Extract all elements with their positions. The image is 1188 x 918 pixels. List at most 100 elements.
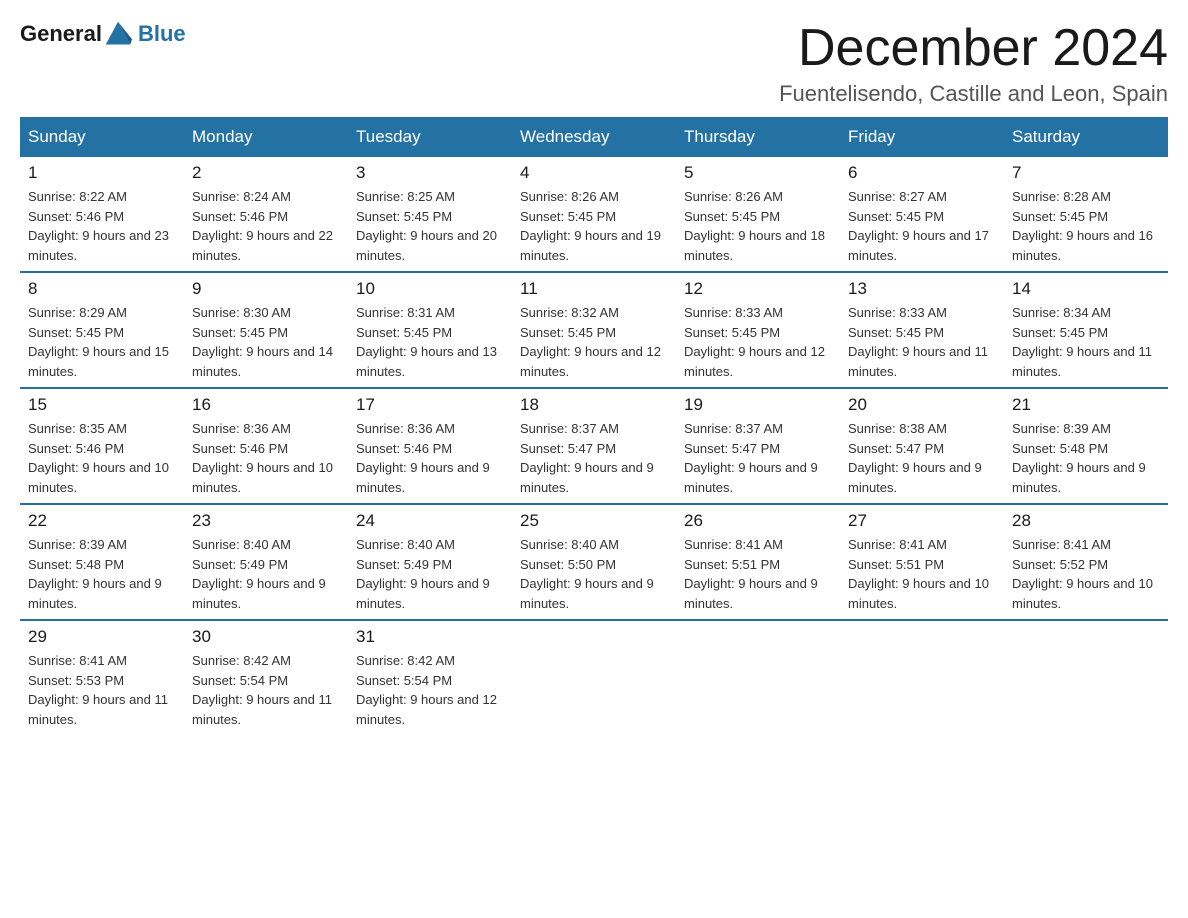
logo: GeneralBlue	[20, 20, 186, 48]
calendar-cell: 19 Sunrise: 8:37 AMSunset: 5:47 PMDayligh…	[676, 388, 840, 504]
calendar-header-row: SundayMondayTuesdayWednesdayThursdayFrid…	[20, 117, 1168, 157]
location-subtitle: Fuentelisendo, Castille and Leon, Spain	[779, 81, 1168, 107]
day-info: Sunrise: 8:30 AMSunset: 5:45 PMDaylight:…	[192, 303, 340, 381]
day-info: Sunrise: 8:39 AMSunset: 5:48 PMDaylight:…	[28, 535, 176, 613]
calendar-cell: 29 Sunrise: 8:41 AMSunset: 5:53 PMDayligh…	[20, 620, 184, 735]
day-number: 18	[520, 395, 668, 415]
title-section: December 2024 Fuentelisendo, Castille an…	[779, 20, 1168, 107]
week-row-1: 1Sunrise: 8:22 AMSunset: 5:46 PMDaylight…	[20, 157, 1168, 272]
column-header-monday: Monday	[184, 117, 348, 157]
day-number: 31	[356, 627, 504, 647]
calendar-cell: 30Sunrise: 8:42 AMSunset: 5:54 PMDayligh…	[184, 620, 348, 735]
month-title: December 2024	[779, 20, 1168, 77]
column-header-wednesday: Wednesday	[512, 117, 676, 157]
day-info: Sunrise: 8:41 AMSunset: 5:51 PMDaylight:…	[684, 535, 832, 613]
calendar-cell: 6 Sunrise: 8:27 AMSunset: 5:45 PMDaylight…	[840, 157, 1004, 272]
day-number: 7	[1012, 163, 1160, 183]
day-info: Sunrise: 8:24 AMSunset: 5:46 PMDaylight:…	[192, 187, 340, 265]
calendar-cell	[1004, 620, 1168, 735]
day-number: 1	[28, 163, 176, 183]
day-info: Sunrise: 8:37 AMSunset: 5:47 PMDaylight:…	[684, 419, 832, 497]
column-header-friday: Friday	[840, 117, 1004, 157]
calendar-cell: 11 Sunrise: 8:32 AMSunset: 5:45 PMDayligh…	[512, 272, 676, 388]
day-info: Sunrise: 8:40 AMSunset: 5:49 PMDaylight:…	[192, 535, 340, 613]
calendar-cell: 28Sunrise: 8:41 AMSunset: 5:52 PMDayligh…	[1004, 504, 1168, 620]
calendar-cell: 26 Sunrise: 8:41 AMSunset: 5:51 PMDayligh…	[676, 504, 840, 620]
calendar-cell: 31 Sunrise: 8:42 AMSunset: 5:54 PMDayligh…	[348, 620, 512, 735]
day-number: 9	[192, 279, 340, 299]
day-info: Sunrise: 8:41 AMSunset: 5:52 PMDaylight:…	[1012, 535, 1160, 613]
day-info: Sunrise: 8:33 AMSunset: 5:45 PMDaylight:…	[848, 303, 996, 381]
day-number: 26	[684, 511, 832, 531]
day-info: Sunrise: 8:33 AMSunset: 5:45 PMDaylight:…	[684, 303, 832, 381]
week-row-4: 22 Sunrise: 8:39 AMSunset: 5:48 PMDayligh…	[20, 504, 1168, 620]
day-info: Sunrise: 8:32 AMSunset: 5:45 PMDaylight:…	[520, 303, 668, 381]
calendar-cell: 15 Sunrise: 8:35 AMSunset: 5:46 PMDayligh…	[20, 388, 184, 504]
week-row-3: 15 Sunrise: 8:35 AMSunset: 5:46 PMDayligh…	[20, 388, 1168, 504]
calendar-cell: 9 Sunrise: 8:30 AMSunset: 5:45 PMDaylight…	[184, 272, 348, 388]
day-info: Sunrise: 8:41 AMSunset: 5:53 PMDaylight:…	[28, 651, 176, 729]
calendar-cell: 24 Sunrise: 8:40 AMSunset: 5:49 PMDayligh…	[348, 504, 512, 620]
day-number: 19	[684, 395, 832, 415]
calendar-cell: 8 Sunrise: 8:29 AMSunset: 5:45 PMDaylight…	[20, 272, 184, 388]
calendar-cell	[840, 620, 1004, 735]
day-number: 13	[848, 279, 996, 299]
calendar-cell: 13 Sunrise: 8:33 AMSunset: 5:45 PMDayligh…	[840, 272, 1004, 388]
day-number: 24	[356, 511, 504, 531]
day-info: Sunrise: 8:42 AMSunset: 5:54 PMDaylight:…	[356, 651, 504, 729]
day-number: 15	[28, 395, 176, 415]
calendar-cell: 12Sunrise: 8:33 AMSunset: 5:45 PMDayligh…	[676, 272, 840, 388]
day-info: Sunrise: 8:26 AMSunset: 5:45 PMDaylight:…	[520, 187, 668, 265]
day-number: 3	[356, 163, 504, 183]
calendar-cell	[676, 620, 840, 735]
day-info: Sunrise: 8:40 AMSunset: 5:50 PMDaylight:…	[520, 535, 668, 613]
day-info: Sunrise: 8:39 AMSunset: 5:48 PMDaylight:…	[1012, 419, 1160, 497]
day-info: Sunrise: 8:40 AMSunset: 5:49 PMDaylight:…	[356, 535, 504, 613]
calendar-body: 1Sunrise: 8:22 AMSunset: 5:46 PMDaylight…	[20, 157, 1168, 735]
day-number: 23	[192, 511, 340, 531]
day-number: 10	[356, 279, 504, 299]
day-info: Sunrise: 8:28 AMSunset: 5:45 PMDaylight:…	[1012, 187, 1160, 265]
calendar-cell: 7 Sunrise: 8:28 AMSunset: 5:45 PMDaylight…	[1004, 157, 1168, 272]
day-number: 20	[848, 395, 996, 415]
calendar-cell: 4 Sunrise: 8:26 AMSunset: 5:45 PMDaylight…	[512, 157, 676, 272]
logo-blue-text: Blue	[138, 21, 186, 46]
column-header-tuesday: Tuesday	[348, 117, 512, 157]
calendar-cell: 1Sunrise: 8:22 AMSunset: 5:46 PMDaylight…	[20, 157, 184, 272]
calendar-cell: 18 Sunrise: 8:37 AMSunset: 5:47 PMDayligh…	[512, 388, 676, 504]
day-info: Sunrise: 8:34 AMSunset: 5:45 PMDaylight:…	[1012, 303, 1160, 381]
calendar-table: SundayMondayTuesdayWednesdayThursdayFrid…	[20, 117, 1168, 735]
calendar-cell: 5Sunrise: 8:26 AMSunset: 5:45 PMDaylight…	[676, 157, 840, 272]
day-number: 29	[28, 627, 176, 647]
day-number: 6	[848, 163, 996, 183]
day-info: Sunrise: 8:35 AMSunset: 5:46 PMDaylight:…	[28, 419, 176, 497]
column-header-sunday: Sunday	[20, 117, 184, 157]
day-number: 30	[192, 627, 340, 647]
day-number: 4	[520, 163, 668, 183]
day-number: 22	[28, 511, 176, 531]
calendar-cell: 20 Sunrise: 8:38 AMSunset: 5:47 PMDayligh…	[840, 388, 1004, 504]
calendar-cell	[512, 620, 676, 735]
calendar-cell: 3 Sunrise: 8:25 AMSunset: 5:45 PMDaylight…	[348, 157, 512, 272]
calendar-cell: 21 Sunrise: 8:39 AMSunset: 5:48 PMDayligh…	[1004, 388, 1168, 504]
calendar-cell: 10Sunrise: 8:31 AMSunset: 5:45 PMDayligh…	[348, 272, 512, 388]
week-row-2: 8 Sunrise: 8:29 AMSunset: 5:45 PMDaylight…	[20, 272, 1168, 388]
day-number: 14	[1012, 279, 1160, 299]
day-info: Sunrise: 8:38 AMSunset: 5:47 PMDaylight:…	[848, 419, 996, 497]
day-info: Sunrise: 8:25 AMSunset: 5:45 PMDaylight:…	[356, 187, 504, 265]
page-header: GeneralBlue December 2024 Fuentelisendo,…	[20, 20, 1168, 107]
day-info: Sunrise: 8:36 AMSunset: 5:46 PMDaylight:…	[356, 419, 504, 497]
calendar-cell: 2Sunrise: 8:24 AMSunset: 5:46 PMDaylight…	[184, 157, 348, 272]
day-info: Sunrise: 8:27 AMSunset: 5:45 PMDaylight:…	[848, 187, 996, 265]
day-info: Sunrise: 8:26 AMSunset: 5:45 PMDaylight:…	[684, 187, 832, 265]
day-number: 11	[520, 279, 668, 299]
day-info: Sunrise: 8:29 AMSunset: 5:45 PMDaylight:…	[28, 303, 176, 381]
day-number: 25	[520, 511, 668, 531]
day-info: Sunrise: 8:41 AMSunset: 5:51 PMDaylight:…	[848, 535, 996, 613]
day-info: Sunrise: 8:37 AMSunset: 5:47 PMDaylight:…	[520, 419, 668, 497]
calendar-cell: 14 Sunrise: 8:34 AMSunset: 5:45 PMDayligh…	[1004, 272, 1168, 388]
calendar-cell: 25 Sunrise: 8:40 AMSunset: 5:50 PMDayligh…	[512, 504, 676, 620]
column-header-thursday: Thursday	[676, 117, 840, 157]
day-number: 8	[28, 279, 176, 299]
day-number: 21	[1012, 395, 1160, 415]
